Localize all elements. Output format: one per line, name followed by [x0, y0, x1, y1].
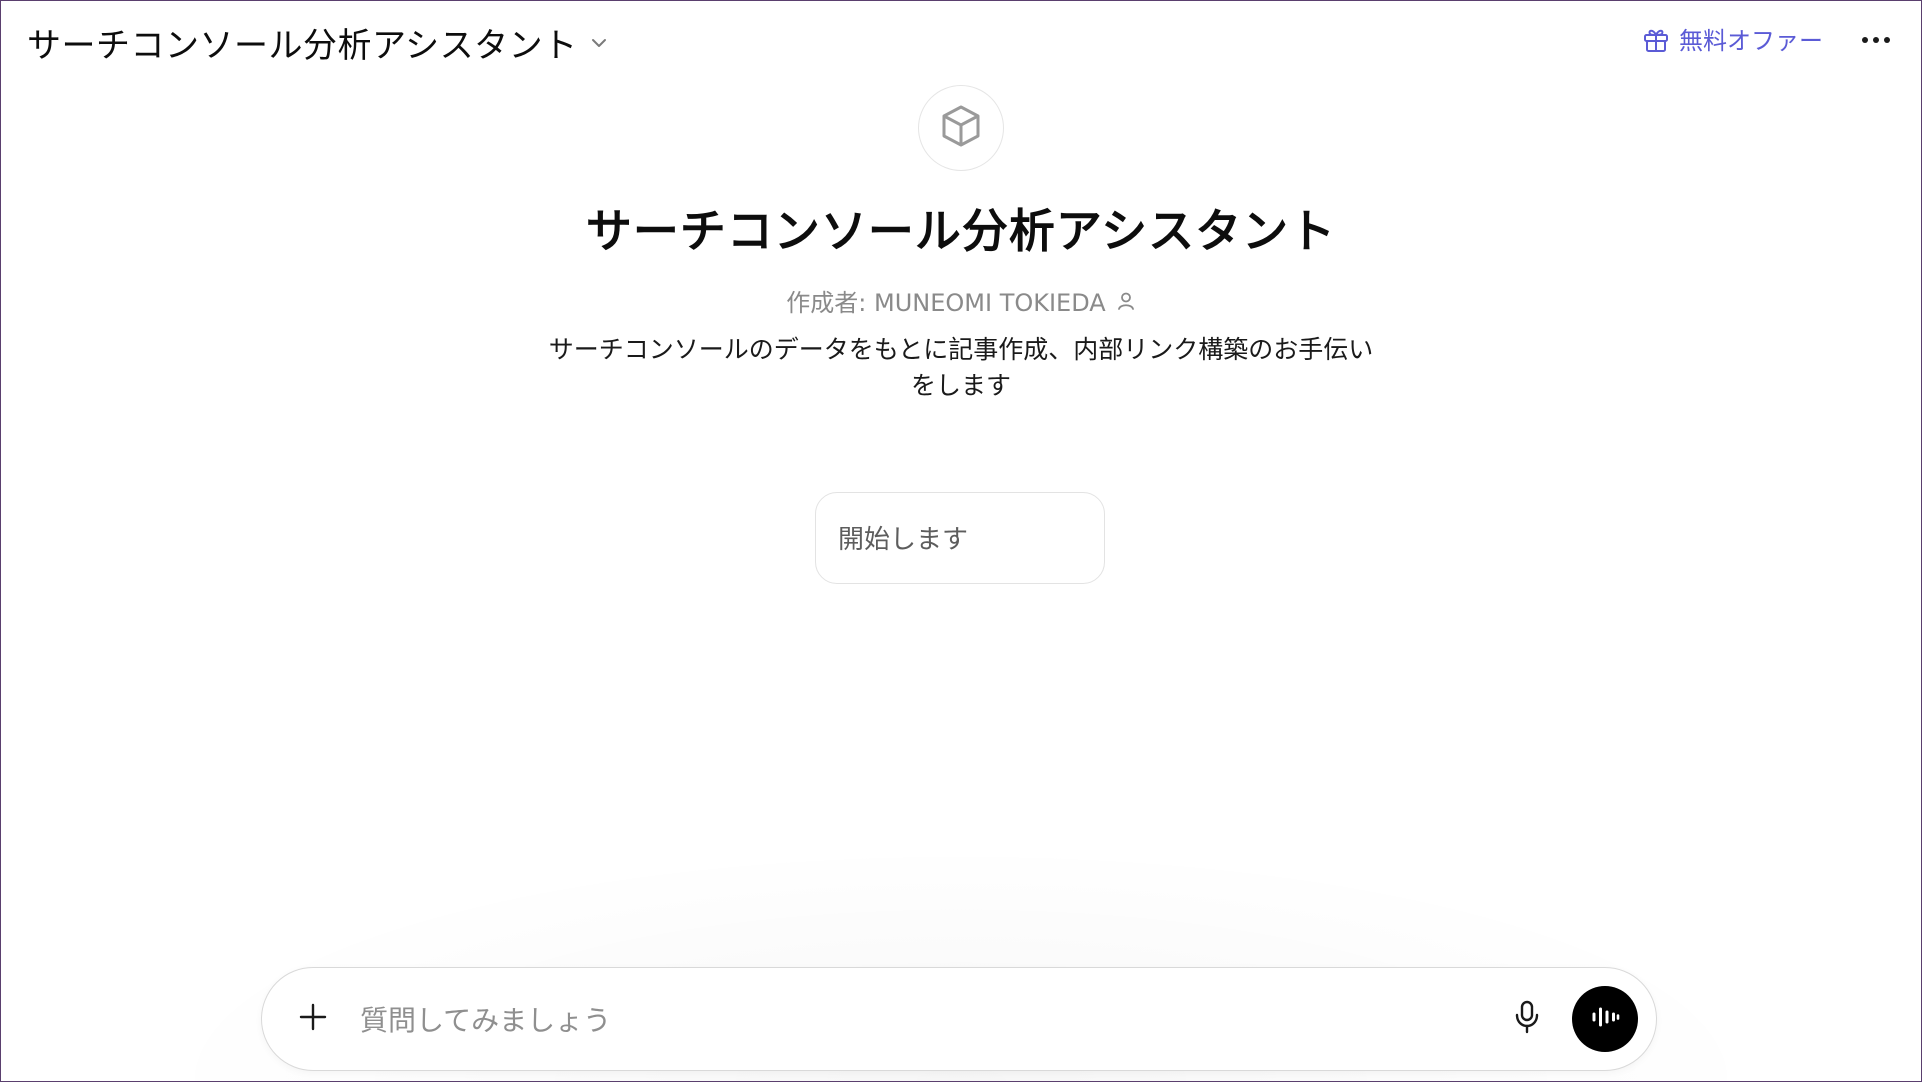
person-icon: [1116, 291, 1136, 311]
gpt-avatar: [918, 85, 1004, 171]
cube-icon: [938, 103, 984, 153]
prompt-input[interactable]: [358, 994, 1412, 1046]
dictate-button[interactable]: [1508, 1000, 1546, 1038]
gpt-switcher[interactable]: サーチコンソール分析アシスタント: [27, 18, 610, 67]
composer: [261, 967, 1657, 1071]
plus-icon: [298, 1002, 328, 1036]
top-bar: サーチコンソール分析アシスタント 無料オファー: [1, 1, 1921, 77]
voice-mode-icon: [1590, 1004, 1620, 1034]
microphone-icon: [1513, 1000, 1541, 1038]
conversation-starter-label: 開始します: [838, 525, 969, 555]
free-offer-label: 無料オファー: [1679, 27, 1823, 55]
gpt-intro: サーチコンソール分析アシスタント 作成者: MUNEOMI TOKIEDA サー…: [1, 85, 1921, 404]
gift-icon: [1641, 24, 1671, 54]
gpt-description: サーチコンソールのデータをもとに記事作成、内部リンク構築のお手伝いをします: [548, 335, 1374, 400]
conversation-starter[interactable]: 開始します: [815, 492, 1105, 584]
chevron-down-icon: [588, 32, 610, 54]
more-options-icon: [1861, 29, 1891, 48]
more-options-button[interactable]: [1859, 23, 1893, 53]
app-window: サーチコンソール分析アシスタント 無料オファー サーチコンソール分析アシスタント…: [0, 0, 1922, 1082]
attach-button[interactable]: [296, 1002, 330, 1036]
gpt-switcher-label: サーチコンソール分析アシスタント: [27, 26, 578, 66]
voice-mode-button[interactable]: [1572, 986, 1638, 1052]
author-line: 作成者: MUNEOMI TOKIEDA: [786, 283, 1135, 318]
gpt-title: サーチコンソール分析アシスタント: [585, 204, 1337, 258]
free-offer-button[interactable]: 無料オファー: [1641, 21, 1823, 56]
author-label: 作成者: MUNEOMI TOKIEDA: [786, 289, 1106, 317]
